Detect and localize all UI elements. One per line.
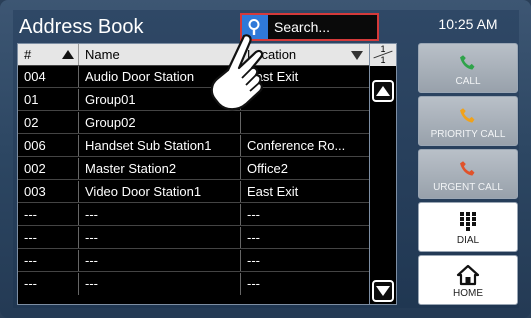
arrow-down-icon — [376, 286, 390, 296]
cell-location: --- — [240, 273, 369, 295]
urgent-phone-icon — [419, 158, 517, 180]
table-row[interactable]: 01 Group01 — [18, 89, 369, 111]
cell-name: Master Station2 — [78, 158, 240, 179]
dial-button[interactable]: DIAL — [418, 202, 518, 252]
cell-number: 004 — [24, 69, 46, 84]
cell-location: --- — [240, 227, 369, 248]
cell-name: Group02 — [78, 112, 240, 133]
cell-location: East Exit — [240, 181, 369, 202]
table-row[interactable]: --- --- --- — [18, 250, 369, 272]
table-row[interactable]: 02 Group02 — [18, 112, 369, 134]
filter-dropdown-icon[interactable] — [351, 51, 363, 60]
scroll-down-button[interactable] — [372, 280, 394, 302]
page-title: Address Book — [19, 16, 144, 38]
clock: 10:25 AM — [438, 16, 498, 32]
table-row[interactable]: --- --- --- — [18, 227, 369, 249]
table-row[interactable]: 003 Video Door Station1 East Exit — [18, 181, 369, 203]
phone-icon — [419, 52, 517, 74]
cell-number: --- — [24, 276, 37, 291]
cell-number: 006 — [24, 138, 46, 153]
page-current: 1 — [380, 44, 386, 54]
call-button[interactable]: CALL — [418, 43, 518, 93]
call-label: CALL — [455, 76, 481, 87]
table-row[interactable]: --- --- --- — [18, 273, 369, 295]
cell-number: 01 — [24, 92, 39, 107]
column-header-number[interactable]: # — [18, 44, 78, 65]
address-table: # Name Location 004 Audio Door Station E… — [17, 43, 370, 305]
home-label: HOME — [453, 288, 483, 299]
table-row[interactable]: 006 Handset Sub Station1 Conference Ro..… — [18, 135, 369, 157]
table-row[interactable]: 004 Audio Door Station East Exit — [18, 66, 369, 88]
cell-number: --- — [24, 207, 37, 222]
urgent-call-label: URGENT CALL — [433, 182, 503, 193]
cell-name: Video Door Station1 — [78, 181, 240, 202]
priority-call-label: PRIORITY CALL — [430, 129, 506, 140]
scroll-up-button[interactable] — [372, 80, 394, 102]
scrollbar[interactable]: 1 1 — [370, 43, 397, 305]
search-input[interactable]: Search... — [274, 19, 330, 35]
cell-name: --- — [78, 204, 240, 225]
table-header: # Name Location — [18, 44, 369, 66]
keypad-icon — [419, 211, 517, 233]
page-indicator: 1 1 — [370, 44, 396, 66]
cell-name: Handset Sub Station1 — [78, 135, 240, 156]
table-row[interactable]: 002 Master Station2 Office2 — [18, 158, 369, 180]
priority-call-button[interactable]: PRIORITY CALL — [418, 96, 518, 146]
urgent-call-button[interactable]: URGENT CALL — [418, 149, 518, 199]
screen: Address Book Search... 10:25 AM # Name L — [13, 10, 519, 308]
priority-phone-icon — [419, 105, 517, 127]
cell-location: Conference Ro... — [240, 135, 369, 156]
cell-number: --- — [24, 253, 37, 268]
cell-number: 003 — [24, 184, 46, 199]
cell-location — [240, 112, 369, 133]
cell-name: --- — [78, 273, 240, 295]
table-row[interactable]: --- --- --- — [18, 204, 369, 226]
cell-number: --- — [24, 230, 37, 245]
cell-number: 02 — [24, 115, 39, 130]
dial-label: DIAL — [456, 235, 480, 246]
pointing-hand-icon — [210, 34, 264, 111]
cell-location: Office2 — [240, 158, 369, 179]
column-header-number-label: # — [24, 47, 32, 62]
cell-number: 002 — [24, 161, 46, 176]
home-icon — [419, 264, 517, 286]
cell-location: --- — [240, 250, 369, 271]
arrow-up-icon — [376, 86, 390, 96]
sort-ascending-icon[interactable] — [62, 50, 74, 59]
cell-location: --- — [240, 204, 369, 225]
cell-name: --- — [78, 227, 240, 248]
home-button[interactable]: HOME — [418, 255, 518, 305]
page-total: 1 — [380, 55, 386, 65]
device-frame: Address Book Search... 10:25 AM # Name L — [0, 0, 531, 318]
cell-name: --- — [78, 250, 240, 271]
